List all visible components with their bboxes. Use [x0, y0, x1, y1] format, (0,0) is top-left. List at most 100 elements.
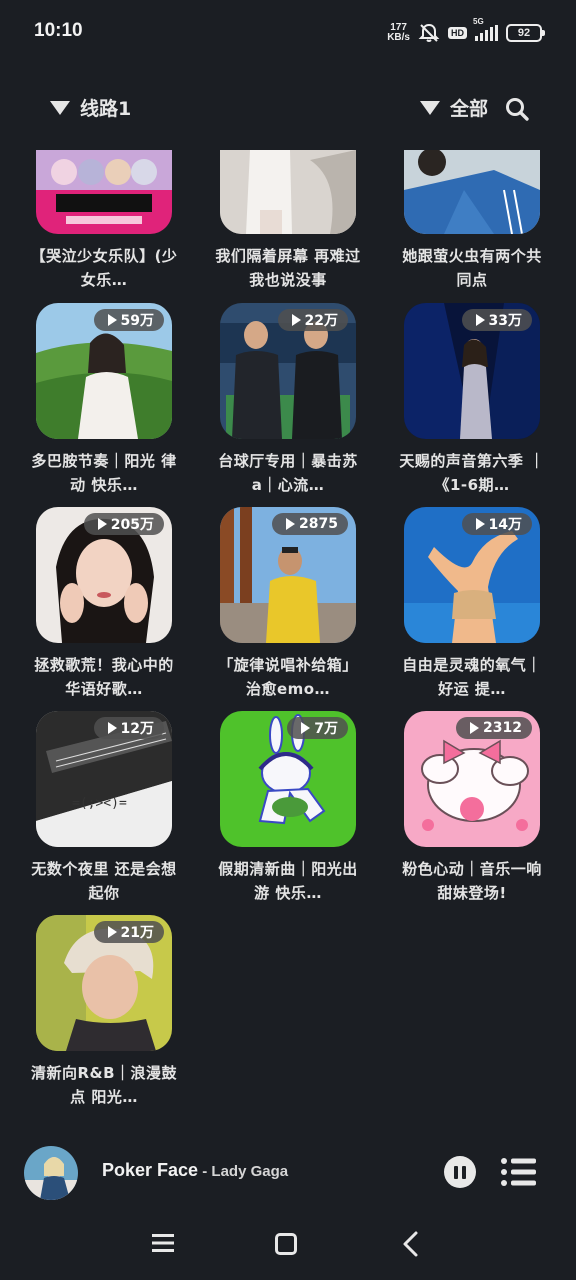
- playlist-title: 多巴胺节奏｜阳光 律动 快乐…: [31, 452, 177, 494]
- playlist-card[interactable]: 205万 拯救歌荒！我心中的华语好歌…: [34, 507, 173, 701]
- playlist-card[interactable]: 她跟萤火虫有两个共同点: [402, 150, 541, 292]
- category-filter-dropdown[interactable]: 全部: [420, 94, 488, 121]
- route-filter-label: 线路1: [80, 98, 132, 120]
- playlist-cover: 14万: [404, 507, 540, 643]
- play-count: 12万: [120, 721, 154, 737]
- battery-icon: 92: [506, 24, 545, 42]
- song-separator: -: [198, 1163, 212, 1180]
- status-bar: 10:10 177 KB/s HD 5G 92: [0, 0, 576, 64]
- play-icon: [107, 314, 117, 326]
- bell-off-icon: [418, 23, 440, 42]
- pause-icon: [454, 1165, 458, 1179]
- back-icon[interactable]: [400, 1230, 422, 1258]
- category-filter-label: 全部: [450, 98, 489, 120]
- play-count: 22万: [304, 313, 338, 329]
- play-count: 14万: [488, 517, 522, 533]
- playlist-cover: 33万: [404, 303, 540, 439]
- playlist-cover: [220, 150, 356, 234]
- playlist-cover: 2875: [220, 507, 356, 643]
- play-count-badge: 33万: [461, 309, 532, 331]
- battery-level: 92: [517, 27, 531, 39]
- playlist-card[interactable]: 22万 台球厅专用｜暴击苏a｜心流…: [218, 303, 357, 497]
- playlist-title: 拯救歌荒！我心中的华语好歌…: [34, 656, 174, 698]
- play-icon: [97, 518, 107, 530]
- play-count-badge: 12万: [93, 717, 164, 739]
- playlist-cover: 2312: [404, 711, 540, 847]
- play-count: 205万: [110, 517, 154, 533]
- album-art[interactable]: [24, 1146, 78, 1200]
- playlist-card[interactable]: 我们隔着屏幕 再难过我也说没事: [215, 150, 360, 292]
- svg-text:=(;><)=: =(;><)=: [72, 796, 127, 811]
- playlist-card[interactable]: 7万 假期清新曲｜阳光出游 快乐…: [218, 711, 357, 905]
- play-count-badge: 205万: [83, 513, 164, 535]
- playlist-icon[interactable]: [500, 1156, 536, 1188]
- playlist-title: 「旋律说唱补给箱」治愈emo…: [218, 656, 358, 698]
- playlist-cover: [36, 150, 172, 234]
- playlist-card[interactable]: 14万 自由是灵魂的氧气｜好运 提…: [402, 507, 541, 701]
- playlist-card[interactable]: 【哭泣少女乐队】(少女乐…: [31, 150, 177, 292]
- playlist-card[interactable]: =(;><)= 12万 无数个夜里 还是会想起你: [31, 711, 176, 905]
- play-count-badge: 2312: [456, 717, 532, 739]
- play-icon: [291, 314, 301, 326]
- network-speed: 177 KB/s: [387, 23, 410, 43]
- playlist-cover: [404, 150, 540, 234]
- system-nav-bar: [0, 1220, 576, 1270]
- pause-icon-bar: [462, 1165, 466, 1179]
- playlist-cover: =(;><)= 12万: [36, 711, 172, 847]
- play-icon: [107, 926, 117, 938]
- playlist-card[interactable]: 2875 「旋律说唱补给箱」治愈emo…: [218, 507, 357, 701]
- network-speed-unit: KB/s: [387, 32, 410, 43]
- play-count: 21万: [120, 925, 154, 941]
- playlist-cover: 22万: [220, 303, 356, 439]
- signal-icon: 5G: [473, 17, 498, 41]
- play-count: 33万: [488, 313, 522, 329]
- play-count: 59万: [120, 313, 154, 329]
- play-icon: [301, 722, 311, 734]
- playlist-card[interactable]: 2312 粉色心动｜音乐一响 甜妹登场!: [402, 711, 541, 905]
- playlist-cover: 59万: [36, 303, 172, 439]
- play-icon: [107, 722, 117, 734]
- status-icons: 177 KB/s HD 5G 92: [387, 17, 545, 46]
- playlist-cover: 7万: [220, 711, 356, 847]
- playlist-title: 我们隔着屏幕 再难过我也说没事: [215, 247, 361, 289]
- network-type: 5G: [473, 17, 484, 26]
- play-count-badge: 59万: [93, 309, 164, 331]
- play-count-badge: 21万: [93, 921, 164, 943]
- hd-badge: HD: [448, 27, 467, 39]
- playlist-title: 假期清新曲｜阳光出游 快乐…: [218, 860, 358, 902]
- playlist-title: 台球厅专用｜暴击苏a｜心流…: [218, 452, 358, 494]
- dropdown-triangle-icon: [50, 100, 70, 115]
- play-count-badge: 14万: [461, 513, 532, 535]
- playlist-card[interactable]: 33万 天赐的声音第六季 ｜ 《1-6期…: [399, 303, 544, 497]
- playlist-title: 清新向R&B｜浪漫鼓点 阳光…: [30, 1064, 178, 1106]
- pause-button[interactable]: [444, 1156, 476, 1188]
- play-count: 7万: [314, 721, 338, 737]
- playlist-title: 天赐的声音第六季 ｜ 《1-6期…: [399, 452, 545, 494]
- playlist-title: 她跟萤火虫有两个共同点: [402, 247, 542, 289]
- search-icon[interactable]: [504, 96, 530, 122]
- home-icon[interactable]: [275, 1233, 297, 1255]
- playlist-title: 自由是灵魂的氧气｜好运 提…: [402, 656, 542, 698]
- route-filter-dropdown[interactable]: 线路1: [50, 94, 131, 121]
- play-icon: [286, 518, 296, 530]
- now-playing: Poker Face - Lady Gaga: [102, 1160, 288, 1181]
- play-count: 2875: [299, 516, 338, 532]
- playlist-title: 粉色心动｜音乐一响 甜妹登场!: [402, 860, 542, 902]
- playlist-cover: 21万: [36, 915, 172, 1051]
- play-icon: [475, 518, 485, 530]
- mini-player[interactable]: Poker Face - Lady Gaga: [0, 1140, 576, 1204]
- play-count-badge: 7万: [287, 717, 348, 739]
- play-count: 2312: [483, 720, 522, 736]
- playlist-cover: 205万: [36, 507, 172, 643]
- dropdown-triangle-icon: [420, 100, 440, 115]
- playlist-title: 无数个夜里 还是会想起你: [31, 860, 177, 902]
- status-time: 10:10: [34, 20, 83, 41]
- play-count-badge: 22万: [277, 309, 348, 331]
- playlist-card[interactable]: 59万 多巴胺节奏｜阳光 律动 快乐…: [31, 303, 176, 497]
- playlist-title: 【哭泣少女乐队】(少女乐…: [30, 247, 178, 289]
- play-count-badge: 2875: [272, 513, 348, 535]
- menu-icon[interactable]: [150, 1232, 176, 1254]
- play-icon: [475, 314, 485, 326]
- playlist-card[interactable]: 21万 清新向R&B｜浪漫鼓点 阳光…: [31, 915, 177, 1109]
- song-title: Poker Face: [102, 1160, 199, 1180]
